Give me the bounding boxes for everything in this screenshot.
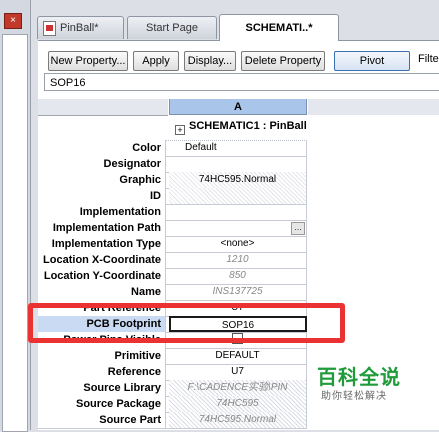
property-value[interactable] [169,156,307,172]
property-label: Source Library [38,380,166,396]
property-value[interactable]: 1210 [169,252,307,268]
property-row-source-package[interactable]: Source Package 74HC595 [38,396,307,413]
property-row-color[interactable]: Color Default [38,140,307,157]
property-value[interactable]: 74HC595.Normal [169,172,307,188]
property-value-input[interactable]: SOP16 [44,73,439,91]
property-editor-toolbar: New Property... Apply Display... Delete … [38,40,439,99]
property-row-source-part[interactable]: Source Part 74HC595.Normal [38,412,307,429]
property-label: Name [38,284,166,300]
property-row-name[interactable]: Name INS137725 [38,284,307,301]
property-value[interactable]: <none> [169,236,307,252]
column-header-empty [308,99,439,116]
property-label: Implementation Type [38,236,166,252]
property-value[interactable]: U7 [169,364,307,380]
schematic-file-icon [43,21,56,36]
property-label: Implementation [38,204,166,220]
property-value[interactable]: … [169,220,307,236]
property-value[interactable]: INS137725 [169,284,307,300]
column-header-a[interactable]: A [169,99,307,115]
property-row-reference[interactable]: Reference U7 [38,364,307,381]
delete-property-button[interactable]: Delete Property [241,51,325,71]
property-value[interactable]: Default [169,140,307,156]
tab-label: PinBall* [60,22,99,34]
property-row-implementation-type[interactable]: Implementation Type <none> [38,236,307,253]
new-property-button[interactable]: New Property... [48,51,128,71]
filter-label: Filte [418,53,439,65]
property-label: Designator [38,156,166,172]
property-value[interactable] [169,188,307,204]
property-value[interactable]: 74HC595.Normal [169,412,307,428]
tab-start-page[interactable]: Start Page [127,16,217,39]
property-label: Source Package [38,396,166,412]
pivot-button[interactable]: Pivot [334,51,410,71]
watermark: 百科全说 助你轻松解决 [317,361,427,403]
property-row-location-x[interactable]: Location X-Coordinate 1210 [38,252,307,269]
apply-button[interactable]: Apply [133,51,179,71]
watermark-subtitle: 助你轻松解决 [321,391,387,402]
property-label: Primitive [38,348,166,364]
display-button[interactable]: Display... [184,51,236,71]
browse-button[interactable]: … [291,222,305,235]
property-label: Location X-Coordinate [38,252,166,268]
property-label: Reference [38,364,166,380]
property-value[interactable]: F:\CADENCE实验\PIN [169,380,307,396]
property-row-designator[interactable]: Designator [38,156,307,173]
close-icon[interactable]: × [4,13,22,29]
property-label: Source Part [38,412,166,428]
left-panel-content [2,34,28,432]
property-label: Implementation Path [38,220,166,236]
property-label: Graphic [38,172,166,188]
property-row-id[interactable]: ID [38,188,307,205]
property-value[interactable]: 850 [169,268,307,284]
tab-strip: PinBall* Start Page SCHEMATI..* [31,12,439,41]
property-row-location-y[interactable]: Location Y-Coordinate 850 [38,268,307,285]
part-title: SCHEMATIC1 : PinBall [189,120,307,132]
tab-pinball[interactable]: PinBall* [37,16,124,39]
row-header-corner [38,99,168,116]
property-row-implementation-path[interactable]: Implementation Path … [38,220,307,237]
property-value[interactable]: DEFAULT [169,348,307,364]
property-row-implementation[interactable]: Implementation [38,204,307,221]
property-row-primitive[interactable]: Primitive DEFAULT [38,348,307,365]
property-label: Color [38,140,166,156]
expand-icon[interactable]: + [175,125,185,135]
watermark-title: 百科全说 [317,367,401,389]
property-row-graphic[interactable]: Graphic 74HC595.Normal [38,172,307,189]
highlight-annotation-box [28,303,345,343]
tab-schematic-active[interactable]: SCHEMATI..* [219,14,339,41]
property-value[interactable]: 74HC595 [169,396,307,412]
property-label: ID [38,188,166,204]
property-row-source-library[interactable]: Source Library F:\CADENCE实验\PIN [38,380,307,397]
property-value[interactable] [169,204,307,220]
property-label: Location Y-Coordinate [38,268,166,284]
